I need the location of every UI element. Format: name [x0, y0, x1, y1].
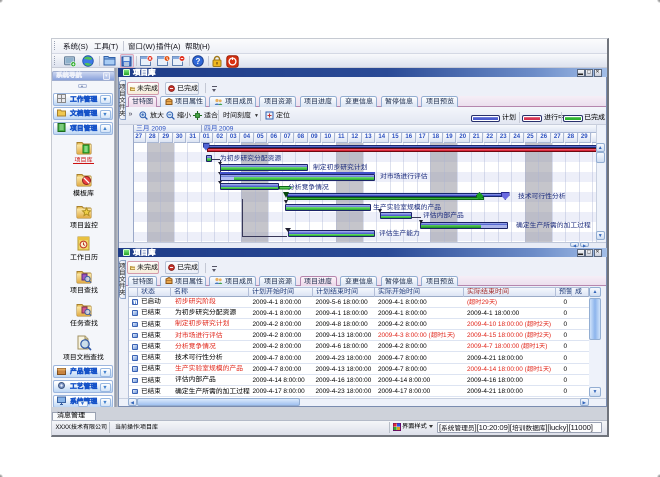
svg-text:?: ? [195, 57, 200, 66]
